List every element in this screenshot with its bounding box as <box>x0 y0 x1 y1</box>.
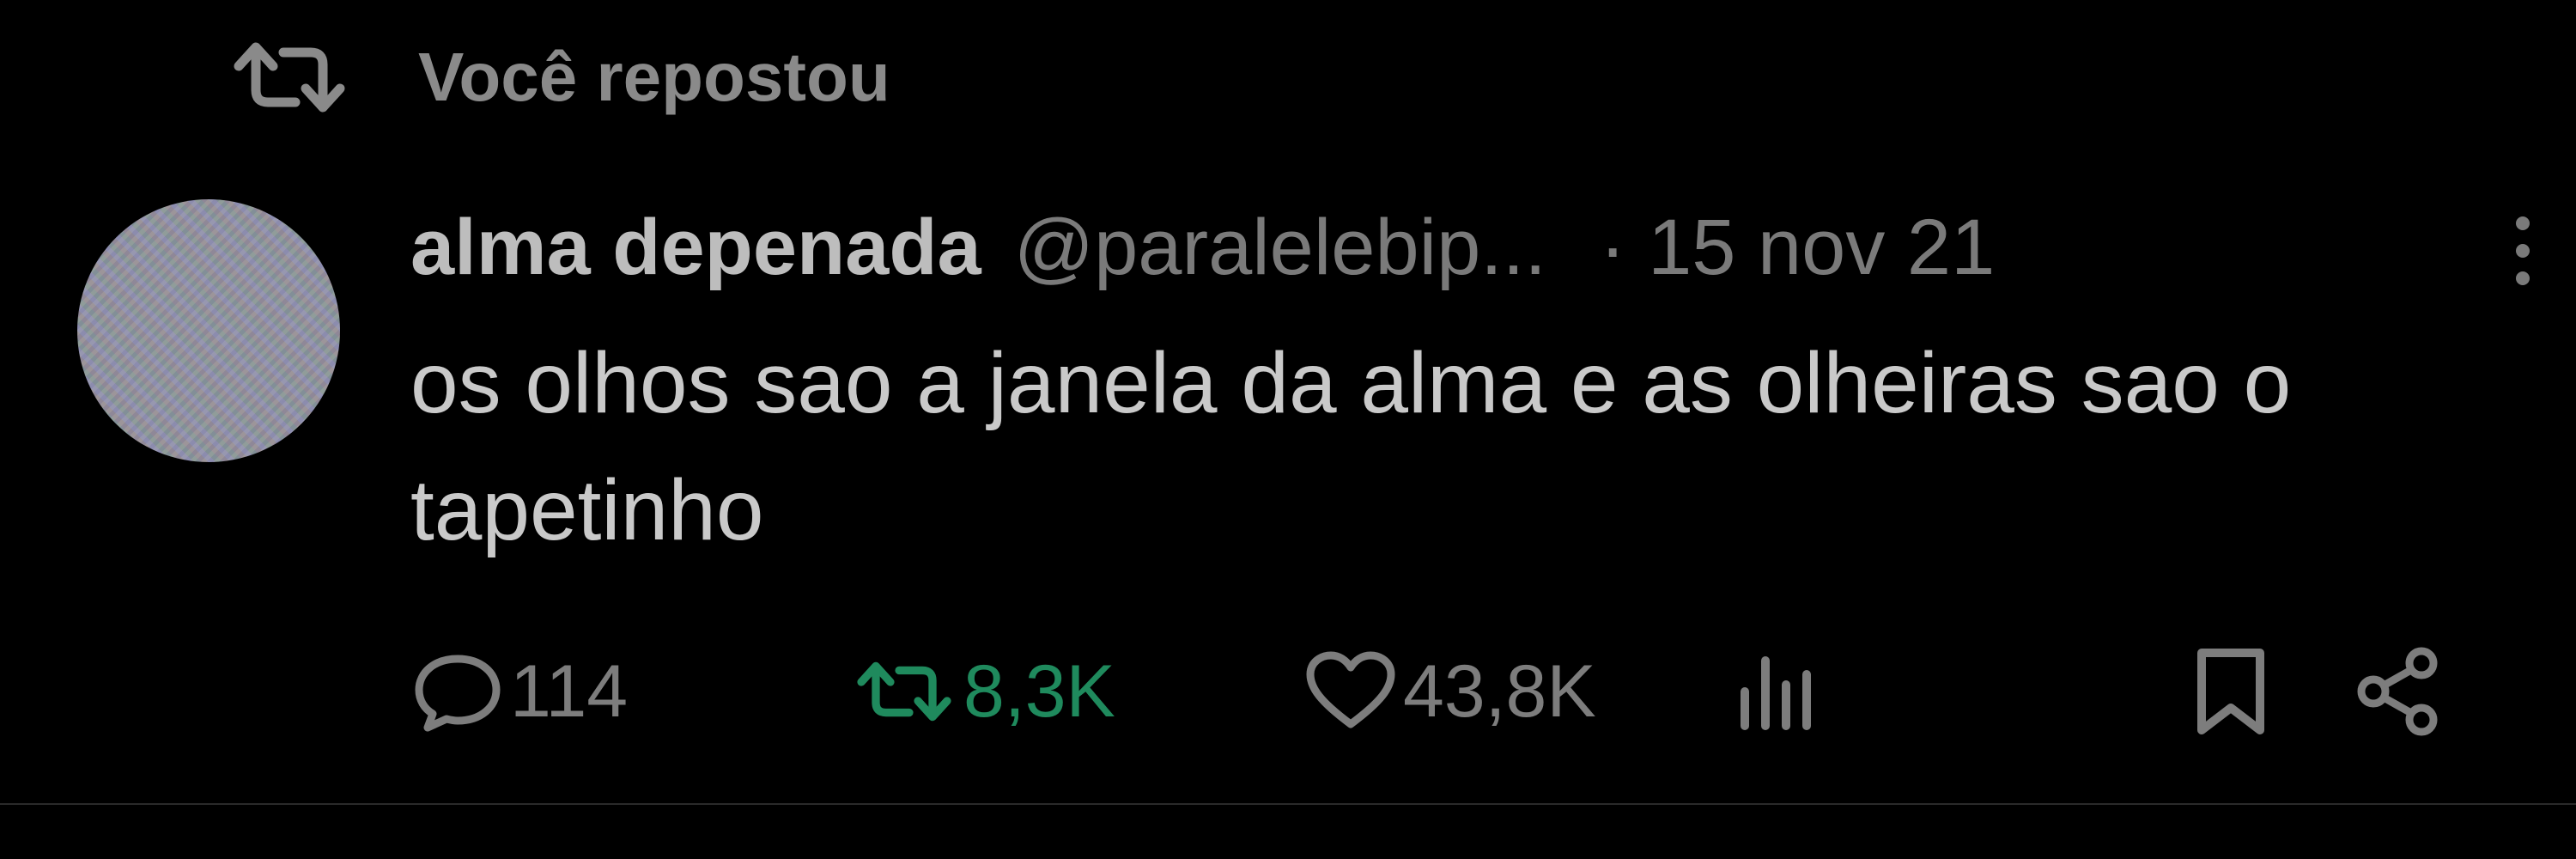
user-handle[interactable]: @paralelebip... <box>1014 203 1546 293</box>
repost-icon <box>234 42 345 113</box>
reply-button[interactable]: 114 <box>410 636 628 747</box>
share-button[interactable] <box>2353 636 2447 747</box>
share-icon <box>2357 647 2438 736</box>
reply-count: 114 <box>510 649 629 733</box>
analytics-icon <box>1741 656 1811 730</box>
views-button[interactable] <box>1733 636 1819 747</box>
repost-icon <box>857 661 951 722</box>
repost-indicator: Você repostou <box>234 26 890 129</box>
bookmark-button[interactable] <box>2188 636 2274 747</box>
reply-icon <box>415 655 501 732</box>
avatar[interactable] <box>77 199 340 462</box>
heart-icon <box>1306 651 1395 728</box>
bookmark-icon <box>2197 649 2264 734</box>
like-button[interactable]: 43,8K <box>1303 636 1596 747</box>
repost-label: Você repostou <box>418 39 890 115</box>
tweet-date[interactable]: · 15 nov 21 <box>1600 203 1995 293</box>
tweet-header: alma depenada @paralelebip... · 15 nov 2… <box>410 196 2540 299</box>
tweet-text: os olhos sao a janela da alma e as olhei… <box>410 335 2292 558</box>
display-name[interactable]: alma depenada <box>410 203 981 293</box>
more-options-icon[interactable] <box>2506 208 2540 294</box>
repost-count: 8,3K <box>963 649 1115 733</box>
repost-button[interactable]: 8,3K <box>857 636 1115 747</box>
tweet-actions: 114 8,3K 43,8K <box>410 636 2471 747</box>
like-count: 43,8K <box>1403 649 1596 733</box>
tweet-divider <box>0 803 2576 805</box>
